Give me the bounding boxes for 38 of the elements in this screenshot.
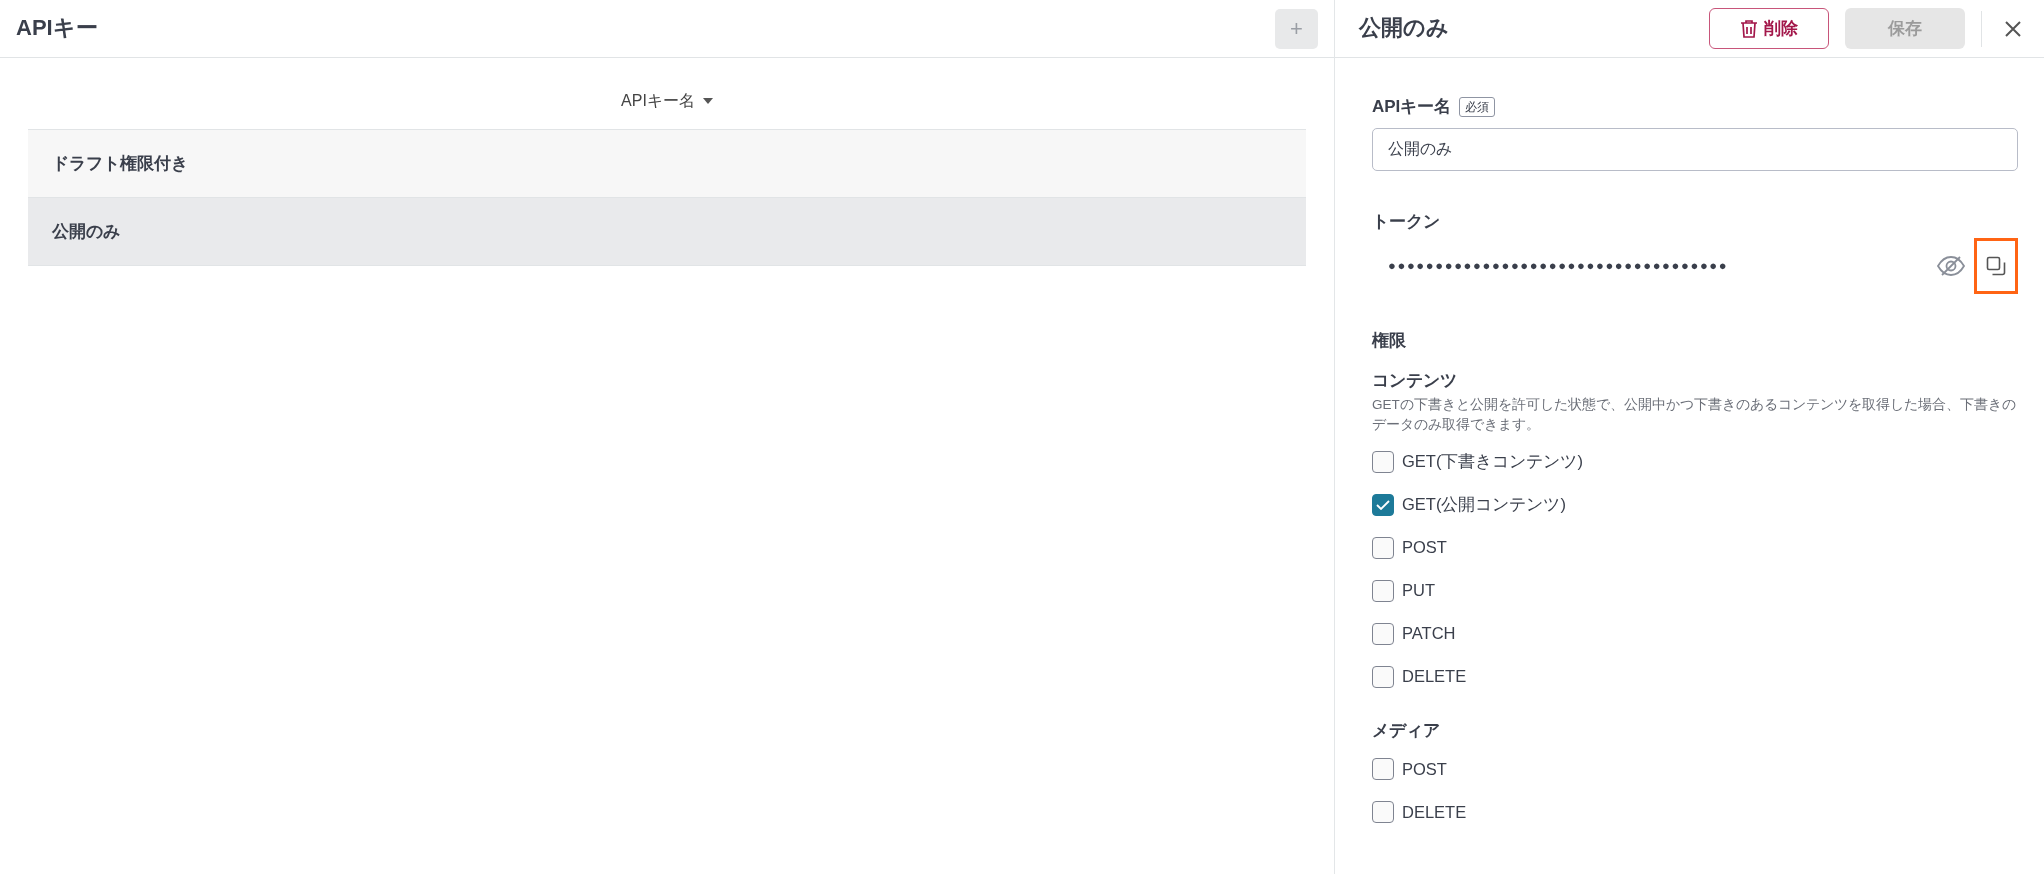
- checkbox-label[interactable]: DELETE: [1402, 664, 1467, 689]
- checkbox[interactable]: [1372, 665, 1394, 688]
- checkbox[interactable]: [1372, 536, 1394, 559]
- panel-title: 公開のみ: [1359, 15, 1450, 42]
- checkbox[interactable]: [1372, 622, 1394, 645]
- group-title: メディア: [1372, 720, 1441, 743]
- column-header[interactable]: APIキー名: [621, 88, 695, 113]
- delete-button[interactable]: 削除: [1709, 8, 1829, 49]
- field-label: APIキー名: [1372, 96, 1452, 118]
- group-description: GETの下書きと公開を許可した状態で、公開中かつ下書きのあるコンテンツを取得した場合、下書きのデータのみ取得できます。: [1372, 396, 2017, 434]
- checkbox[interactable]: [1372, 801, 1394, 824]
- caret-icon[interactable]: [702, 97, 713, 104]
- checkbox[interactable]: [1372, 579, 1394, 602]
- checkbox[interactable]: [1372, 758, 1394, 781]
- copy-button[interactable]: [1974, 238, 2018, 294]
- list-row[interactable]: ドラフト権限付き: [28, 130, 1306, 198]
- checkbox-label[interactable]: POST: [1402, 756, 1447, 782]
- checkbox-label[interactable]: PUT: [1402, 578, 1435, 603]
- eye-off-icon[interactable]: [1936, 255, 1966, 277]
- checkbox-label[interactable]: POST: [1402, 535, 1447, 560]
- field-label: トークン: [1372, 210, 1441, 233]
- name-input-field[interactable]: 公開のみ: [1372, 127, 2018, 171]
- checkbox[interactable]: [1372, 450, 1394, 473]
- list-row[interactable]: 公開のみ: [28, 198, 1306, 266]
- checkbox-label[interactable]: DELETE: [1402, 799, 1467, 825]
- checkbox[interactable]: [1372, 493, 1394, 516]
- required-badge: 必須: [1459, 96, 1496, 117]
- close-icon: [2004, 20, 2022, 39]
- trash-icon: [1740, 18, 1758, 39]
- group-title: コンテンツ: [1372, 369, 1458, 392]
- checkbox-label[interactable]: GET(下書きコンテンツ): [1402, 449, 1583, 474]
- page-title: APIキー: [16, 15, 98, 42]
- masked-token: ●●●●●●●●●●●●●●●●●●●●●●●●●●●●●●●●●●●●: [1387, 257, 1730, 276]
- checkbox-label[interactable]: GET(公開コンテンツ): [1402, 492, 1566, 517]
- section-title: 権限: [1372, 330, 1407, 352]
- checkbox-label[interactable]: PATCH: [1402, 621, 1456, 646]
- checkmark-icon: [1376, 499, 1390, 510]
- copy-icon: [1986, 256, 2006, 276]
